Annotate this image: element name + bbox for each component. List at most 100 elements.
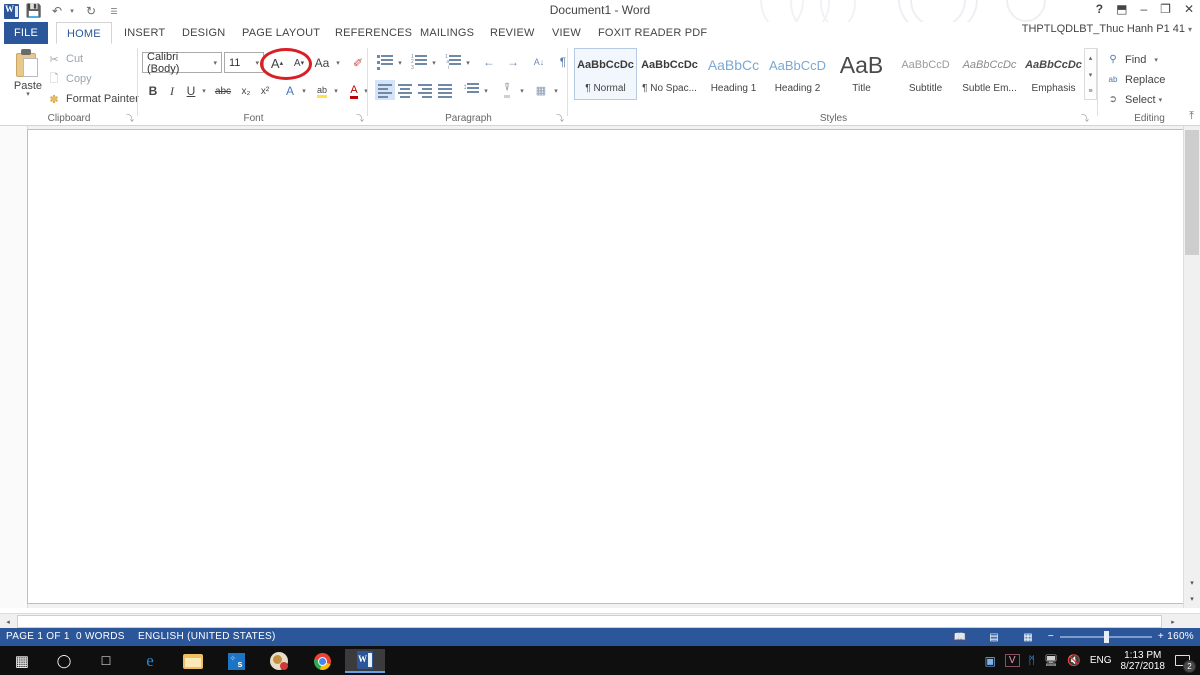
tab-foxit-reader-pdf[interactable]: FOXIT READER PDF — [588, 22, 717, 44]
text-highlight-button[interactable]: ab — [311, 80, 333, 102]
document-page[interactable] — [28, 130, 1183, 603]
file-explorer-icon[interactable] — [173, 649, 213, 673]
increase-indent-button[interactable]: → — [503, 52, 523, 72]
tab-design[interactable]: DESIGN — [172, 22, 235, 44]
start-button[interactable]: ▦ — [2, 649, 42, 673]
tab-insert[interactable]: INSERT — [114, 22, 175, 44]
style-emphasis[interactable]: AaBbCcDc Emphasis — [1022, 48, 1085, 100]
replace-button[interactable]: ab Replace — [1105, 70, 1166, 89]
numbering-caret-icon[interactable]: ▾ — [429, 52, 439, 74]
tab-mailings[interactable]: MAILINGS — [410, 22, 484, 44]
format-painter-button[interactable]: ✽ Format Painter — [46, 90, 138, 108]
multilevel-list-caret-icon[interactable]: ▾ — [463, 52, 473, 74]
paste-button[interactable]: Paste ▾ — [6, 47, 50, 107]
tab-page-layout[interactable]: PAGE LAYOUT — [232, 22, 330, 44]
zoom-level[interactable]: 160% — [1167, 628, 1194, 646]
style-heading-1[interactable]: AaBbCc Heading 1 — [702, 48, 765, 100]
paragraph-dialog-launcher[interactable]: ⤵ — [556, 114, 565, 123]
app-blue-icon[interactable]: s ✧ — [216, 649, 256, 673]
cut-button[interactable]: ✂ Cut — [46, 50, 83, 68]
bluetooth-icon[interactable]: ᛗ — [1029, 655, 1036, 667]
account-name[interactable]: THPTLQDLBT_Thuc Hanh P1 41 ▾ — [1022, 23, 1192, 35]
restore-button[interactable]: ❐ — [1160, 2, 1171, 16]
styles-scroll-down-button[interactable]: ▾ — [1085, 66, 1096, 83]
change-case-button[interactable]: Aa — [311, 52, 333, 74]
tab-home[interactable]: HOME — [56, 22, 112, 44]
decrease-indent-button[interactable]: ← — [479, 52, 499, 72]
borders-caret-icon[interactable]: ▾ — [551, 80, 561, 102]
clear-formatting-button[interactable]: ✐ — [347, 52, 369, 74]
horizontal-scrollbar[interactable]: ◂ ▸ — [0, 613, 1200, 629]
copy-button[interactable]: 🗋 Copy — [46, 70, 92, 88]
style-subtitle[interactable]: AaBbCcD Subtitle — [894, 48, 957, 100]
page-indicator[interactable]: PAGE 1 OF 1 — [6, 628, 70, 646]
scroll-page-down-button[interactable]: ▾ — [1185, 592, 1199, 606]
word-count[interactable]: 0 WORDS — [76, 628, 125, 646]
justify-button[interactable] — [435, 80, 455, 100]
volume-muted-icon[interactable]: 🔇 — [1067, 654, 1081, 667]
print-layout-button[interactable]: ▤ — [984, 630, 1004, 644]
vertical-scroll-thumb[interactable] — [1185, 130, 1199, 255]
notification-center-button[interactable]: 2 — [1174, 652, 1196, 673]
shrink-font-button[interactable]: A ▾ — [288, 52, 310, 74]
style-no-spacing[interactable]: AaBbCcDc ¶ No Spac... — [638, 48, 701, 100]
numbering-button[interactable]: 123 — [409, 52, 429, 72]
text-effects-caret-icon[interactable]: ▾ — [299, 80, 309, 102]
tab-references[interactable]: REFERENCES — [325, 22, 422, 44]
borders-button[interactable]: ▦ — [531, 80, 551, 100]
tray-network-share-icon[interactable]: ▣ — [985, 654, 996, 668]
font-size-input[interactable]: 11 ▾ — [224, 52, 264, 73]
language-indicator[interactable]: ENGLISH (UNITED STATES) — [138, 628, 276, 646]
strikethrough-button[interactable]: abc — [211, 80, 235, 102]
font-name-input[interactable]: Calibri (Body) ▾ — [142, 51, 222, 75]
network-icon[interactable]: 🖥 — [1044, 654, 1058, 667]
vertical-scrollbar[interactable]: ▾ ▾ — [1183, 126, 1200, 608]
scroll-down-button[interactable]: ▾ — [1185, 576, 1199, 590]
zoom-out-button[interactable]: − — [1045, 628, 1057, 646]
tab-file[interactable]: FILE — [4, 22, 48, 44]
font-dialog-launcher[interactable]: ⤵ — [356, 114, 365, 123]
align-right-button[interactable] — [415, 80, 435, 100]
zoom-in-button[interactable]: + — [1155, 628, 1167, 646]
minimize-button[interactable]: – — [1140, 2, 1147, 16]
style-heading-2[interactable]: AaBbCcD Heading 2 — [766, 48, 829, 100]
scroll-left-button[interactable]: ◂ — [1, 615, 15, 628]
task-view-icon[interactable]: ☐ — [86, 649, 126, 673]
style-subtle-emphasis[interactable]: AaBbCcDc Subtle Em... — [958, 48, 1021, 100]
change-case-caret-icon[interactable]: ▾ — [333, 52, 343, 74]
collapse-ribbon-button[interactable]: ⤒ — [1189, 110, 1194, 123]
superscript-button[interactable]: x² — [254, 80, 276, 102]
style-normal[interactable]: AaBbCcDc ¶ Normal — [574, 48, 637, 100]
cortana-icon[interactable]: ◯ — [44, 649, 84, 673]
word-taskbar-icon[interactable]: W — [345, 649, 385, 673]
tab-view[interactable]: VIEW — [542, 22, 591, 44]
read-mode-button[interactable]: 📖 — [950, 630, 970, 644]
shading-caret-icon[interactable]: ▾ — [517, 80, 527, 102]
find-button[interactable]: ⚲ Find ▾ — [1105, 50, 1158, 69]
styles-more-button[interactable]: ≡ — [1085, 83, 1096, 100]
align-left-button[interactable] — [375, 80, 395, 100]
sort-button[interactable]: A↓ — [529, 52, 549, 72]
help-button[interactable]: ? — [1096, 2, 1103, 16]
text-highlight-caret-icon[interactable]: ▾ — [331, 80, 341, 102]
select-button[interactable]: ➲ Select ▾ — [1105, 90, 1162, 109]
ribbon-display-options-button[interactable]: ⬒ — [1116, 2, 1127, 16]
language-indicator[interactable]: ENG — [1090, 655, 1112, 666]
grow-font-button[interactable]: A ▴ — [266, 52, 288, 74]
styles-scroll-up-button[interactable]: ▴ — [1085, 49, 1096, 66]
bullets-caret-icon[interactable]: ▾ — [395, 52, 405, 74]
styles-dialog-launcher[interactable]: ⤵ — [1081, 114, 1090, 123]
scroll-right-button[interactable]: ▸ — [1166, 615, 1180, 628]
media-player-icon[interactable] — [259, 649, 299, 673]
chrome-icon[interactable] — [302, 649, 342, 673]
underline-caret-icon[interactable]: ▾ — [199, 80, 209, 102]
web-layout-button[interactable]: ▦ — [1018, 630, 1038, 644]
tab-review[interactable]: REVIEW — [480, 22, 545, 44]
align-center-button[interactable] — [395, 80, 415, 100]
line-spacing-caret-icon[interactable]: ▾ — [481, 80, 491, 102]
tray-v-app-icon[interactable]: V — [1004, 654, 1020, 667]
clock[interactable]: 1:13 PM 8/27/2018 — [1121, 650, 1166, 672]
shading-button[interactable]: ⍒ — [497, 80, 517, 100]
line-spacing-button[interactable]: ↕ — [461, 80, 481, 100]
multilevel-list-button[interactable]: 1 a i — [443, 52, 463, 72]
